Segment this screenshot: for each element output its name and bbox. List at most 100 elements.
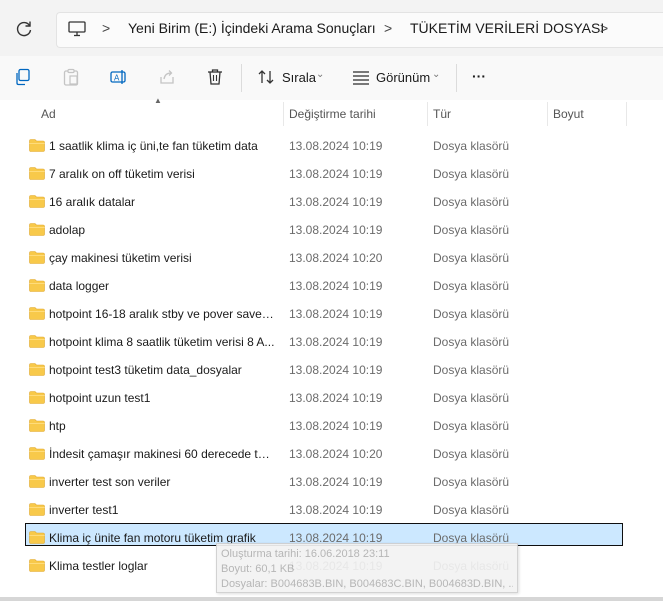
sort-button[interactable]: Sırala — [282, 70, 316, 85]
item-date: 13.08.2024 10:19 — [289, 475, 383, 489]
item-name[interactable]: htp — [49, 419, 275, 433]
item-name[interactable]: 1 saatlik klima iç üni,te fan tüketim da… — [49, 139, 275, 153]
item-type: Dosya klasörü — [433, 447, 510, 461]
svg-text:A: A — [114, 74, 120, 83]
paste-icon[interactable] — [62, 68, 80, 86]
list-item[interactable]: 1 saatlik klima iç üni,te fan tüketim da… — [0, 130, 663, 158]
item-type: Dosya klasörü — [433, 307, 510, 321]
item-date: 13.08.2024 10:19 — [289, 503, 383, 517]
folder-icon — [29, 167, 45, 180]
list-item[interactable]: çay makinesi tüketim verisi 13.08.2024 10… — [0, 242, 663, 270]
item-date: 13.08.2024 10:19 — [289, 307, 383, 321]
copy-icon[interactable] — [14, 68, 32, 86]
column-divider[interactable] — [427, 102, 428, 126]
toolbar-divider — [456, 64, 457, 92]
item-type: Dosya klasörü — [433, 335, 510, 349]
item-name[interactable]: data logger — [49, 279, 275, 293]
item-date: 13.08.2024 10:19 — [289, 391, 383, 405]
column-header-type[interactable]: Tür — [433, 107, 451, 121]
breadcrumb-folder[interactable]: TÜKETİM VERİLERİ DOSYASI — [410, 20, 604, 36]
folder-info-tooltip: Oluşturma tarihi: 16.06.2018 23:11 Boyut… — [216, 543, 518, 593]
tooltip-created: Oluşturma tarihi: 16.06.2018 23:11 — [221, 548, 390, 560]
list-item[interactable]: data logger 13.08.2024 10:19 Dosya klasörü — [0, 270, 663, 298]
this-pc-icon[interactable] — [68, 21, 86, 37]
refresh-icon[interactable] — [14, 19, 34, 39]
list-item[interactable]: 7 aralık on off tüketim verisi 13.08.2024… — [0, 158, 663, 186]
column-header: Ad Değiştirme tarihi Tür Boyut — [0, 100, 663, 128]
item-type: Dosya klasörü — [433, 167, 510, 181]
column-header-date[interactable]: Değiştirme tarihi — [289, 107, 376, 121]
item-name[interactable]: adolap — [49, 223, 275, 237]
item-date: 13.08.2024 10:19 — [289, 363, 383, 377]
column-divider[interactable] — [283, 102, 284, 126]
item-type: Dosya klasörü — [433, 391, 510, 405]
item-name[interactable]: inverter test1 — [49, 503, 275, 517]
item-name[interactable]: İndesit çamaşır makinesi 60 derecede tük… — [49, 447, 275, 461]
item-date: 13.08.2024 10:19 — [289, 335, 383, 349]
tooltip-files: Dosyalar: B004683B.BIN, B004683C.BIN, B0… — [221, 578, 513, 590]
breadcrumb-separator-icon[interactable]: > — [102, 20, 110, 36]
item-date: 13.08.2024 10:20 — [289, 447, 383, 461]
view-icon[interactable] — [352, 68, 370, 86]
folder-icon — [29, 307, 45, 320]
item-name[interactable]: 7 aralık on off tüketim verisi — [49, 167, 275, 181]
breadcrumb-separator-icon[interactable]: > — [384, 20, 392, 36]
item-type: Dosya klasörü — [433, 475, 510, 489]
sort-ascending-icon: ▲ — [154, 96, 162, 105]
list-item[interactable]: adolap 13.08.2024 10:19 Dosya klasörü — [0, 214, 663, 242]
item-type: Dosya klasörü — [433, 279, 510, 293]
item-type: Dosya klasörü — [433, 251, 510, 265]
column-divider[interactable] — [547, 102, 548, 126]
item-date: 13.08.2024 10:19 — [289, 139, 383, 153]
command-bar: A Sırala ⌄ Görünüm ⌄ ··· — [0, 56, 663, 101]
delete-icon[interactable] — [206, 68, 224, 86]
column-header-name[interactable]: Ad — [41, 107, 56, 121]
address-bar-area: > Yeni Birim (E:) İçindeki Arama Sonuçla… — [0, 0, 663, 56]
item-name[interactable]: hotpoint test3 tüketim data_dosyalar — [49, 363, 275, 377]
folder-icon — [29, 475, 45, 488]
item-name[interactable]: 16 aralık datalar — [49, 195, 275, 209]
item-date: 13.08.2024 10:19 — [289, 419, 383, 433]
list-item[interactable]: inverter test son veriler 13.08.2024 10:1… — [0, 466, 663, 494]
item-date: 13.08.2024 10:19 — [289, 167, 383, 181]
folder-icon — [29, 447, 45, 460]
more-options-icon[interactable]: ··· — [472, 68, 486, 84]
folder-icon — [29, 391, 45, 404]
folder-icon — [29, 251, 45, 264]
column-header-size[interactable]: Boyut — [553, 107, 584, 121]
list-item[interactable]: hotpoint klima 8 saatlik tüketim verisi … — [0, 326, 663, 354]
column-divider[interactable] — [626, 102, 627, 126]
list-item[interactable]: hotpoint 16-18 aralık stby ve pover save… — [0, 298, 663, 326]
item-type: Dosya klasörü — [433, 363, 510, 377]
rename-icon[interactable]: A — [110, 68, 128, 86]
list-item[interactable]: htp 13.08.2024 10:19 Dosya klasörü — [0, 410, 663, 438]
item-name[interactable]: hotpoint uzun test1 — [49, 391, 275, 405]
toolbar-divider — [241, 64, 242, 92]
item-name[interactable]: hotpoint klima 8 saatlik tüketim verisi … — [49, 335, 275, 349]
item-type: Dosya klasörü — [433, 195, 510, 209]
item-name[interactable]: çay makinesi tüketim verisi — [49, 251, 275, 265]
folder-icon — [29, 223, 45, 236]
list-item[interactable]: inverter test1 13.08.2024 10:19 Dosya klas… — [0, 494, 663, 522]
breadcrumb-separator-icon[interactable]: > — [600, 20, 608, 36]
item-name[interactable]: inverter test son veriler — [49, 475, 275, 489]
folder-icon — [29, 419, 45, 432]
item-name[interactable]: hotpoint 16-18 aralık stby ve pover save… — [49, 307, 275, 321]
folder-icon — [29, 363, 45, 376]
chevron-down-icon[interactable]: ⌄ — [432, 69, 440, 80]
horizontal-scrollbar[interactable] — [0, 597, 663, 601]
view-button[interactable]: Görünüm — [376, 70, 430, 85]
share-icon[interactable] — [158, 68, 176, 86]
folder-icon — [29, 503, 45, 516]
list-item[interactable]: İndesit çamaşır makinesi 60 derecede tük… — [0, 438, 663, 466]
item-type: Dosya klasörü — [433, 139, 510, 153]
breadcrumb-search-results[interactable]: Yeni Birim (E:) İçindeki Arama Sonuçları — [128, 20, 376, 36]
list-item[interactable]: hotpoint test3 tüketim data_dosyalar 13.0… — [0, 354, 663, 382]
folder-icon — [29, 279, 45, 292]
folder-icon — [29, 139, 45, 152]
item-date: 13.08.2024 10:19 — [289, 279, 383, 293]
list-item[interactable]: 16 aralık datalar 13.08.2024 10:19 Dosya k… — [0, 186, 663, 214]
list-item[interactable]: hotpoint uzun test1 13.08.2024 10:19 Dosya… — [0, 382, 663, 410]
sort-icon[interactable] — [257, 68, 275, 86]
chevron-down-icon[interactable]: ⌄ — [316, 69, 324, 80]
